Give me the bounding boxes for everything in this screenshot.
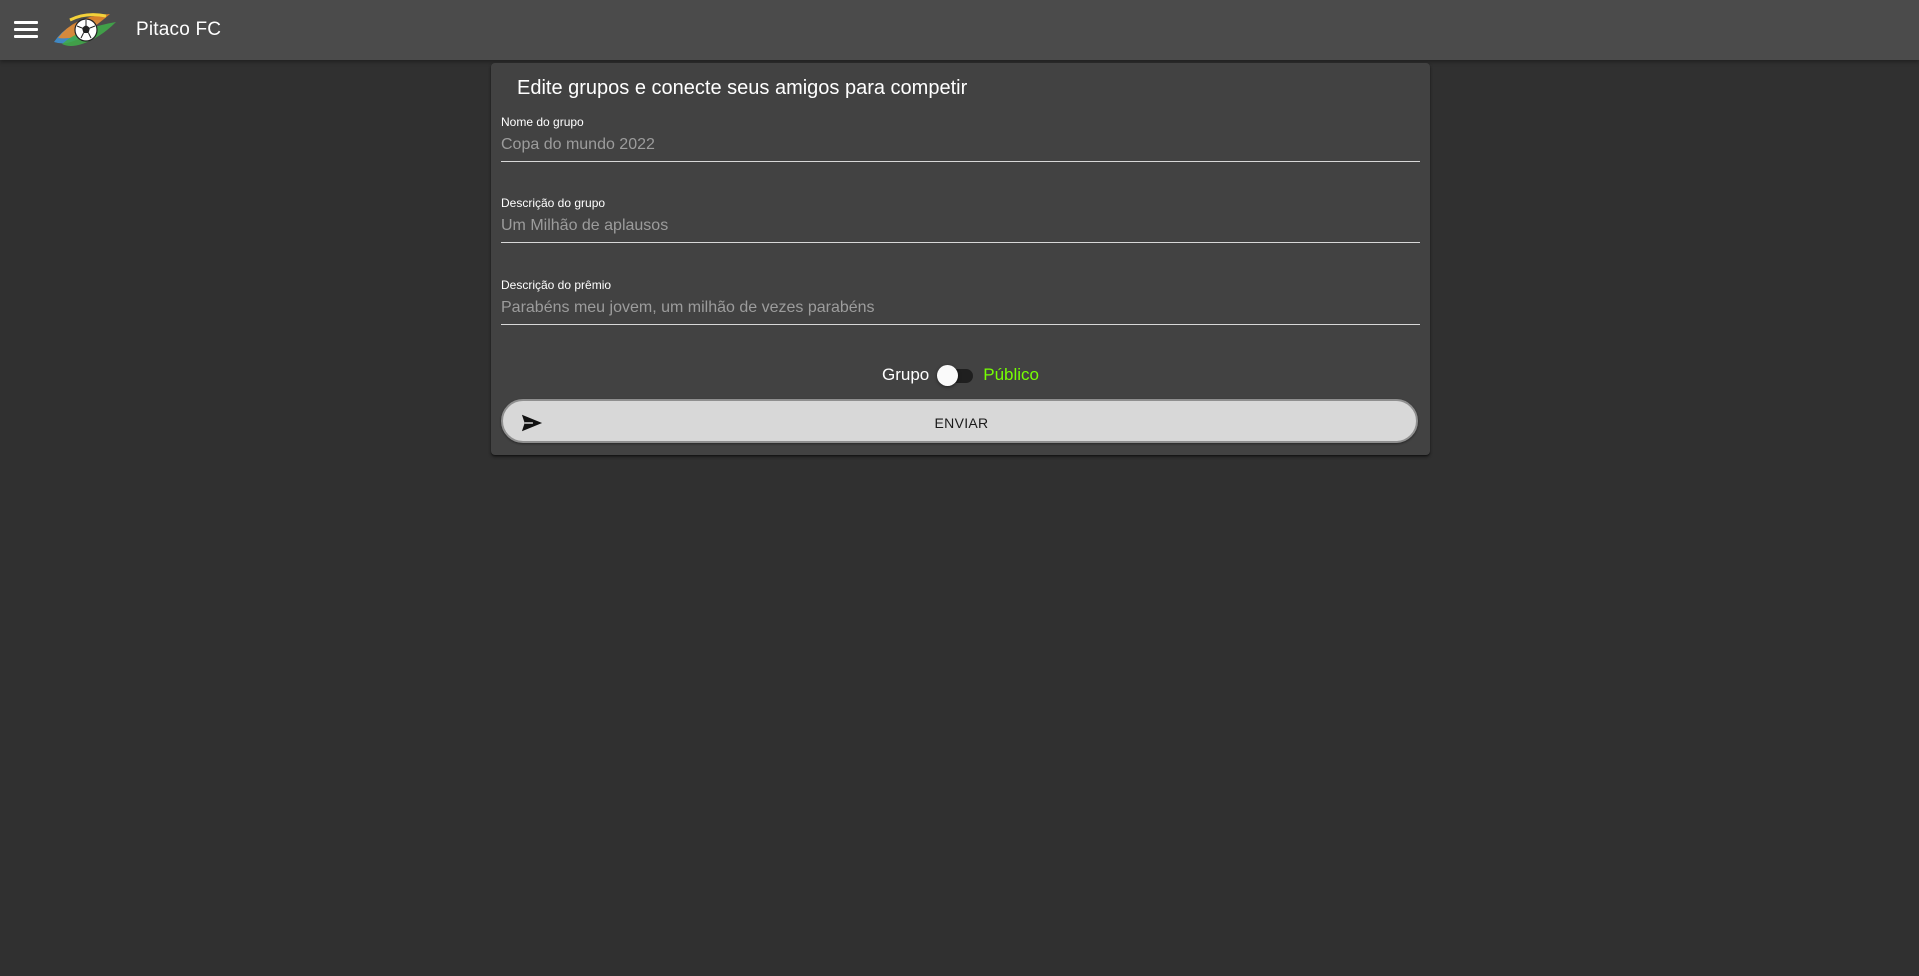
toggle-label-publico: Público [983, 365, 1039, 384]
public-toggle-switch[interactable] [937, 365, 975, 386]
send-button[interactable]: ENVIAR [501, 399, 1418, 443]
send-button-label: ENVIAR [934, 415, 989, 431]
toggle-label-grupo: Grupo [881, 365, 930, 384]
group-description-label: Descrição do grupo [501, 196, 606, 210]
soccer-ball-logo[interactable] [50, 8, 122, 52]
form-title: Edite grupos e conecte seus amigos para … [517, 77, 968, 99]
group-description-field: Descrição do grupo [501, 196, 1420, 243]
prize-description-field: Descrição do prêmio [501, 278, 1420, 325]
app-title: Pitaco FC [136, 19, 222, 40]
group-name-label: Nome do grupo [501, 115, 584, 129]
prize-description-input[interactable] [501, 296, 1420, 320]
app-bar: Pitaco FC [0, 0, 1919, 60]
group-name-field: Nome do grupo [501, 115, 1420, 162]
edit-group-form-card: Edite grupos e conecte seus amigos para … [491, 63, 1430, 455]
visibility-toggle-row: Grupo Público [491, 361, 1430, 389]
hamburger-menu-icon[interactable] [10, 16, 42, 44]
group-description-input[interactable] [501, 214, 1420, 238]
group-name-input[interactable] [501, 133, 1420, 157]
prize-description-label: Descrição do prêmio [501, 278, 612, 292]
